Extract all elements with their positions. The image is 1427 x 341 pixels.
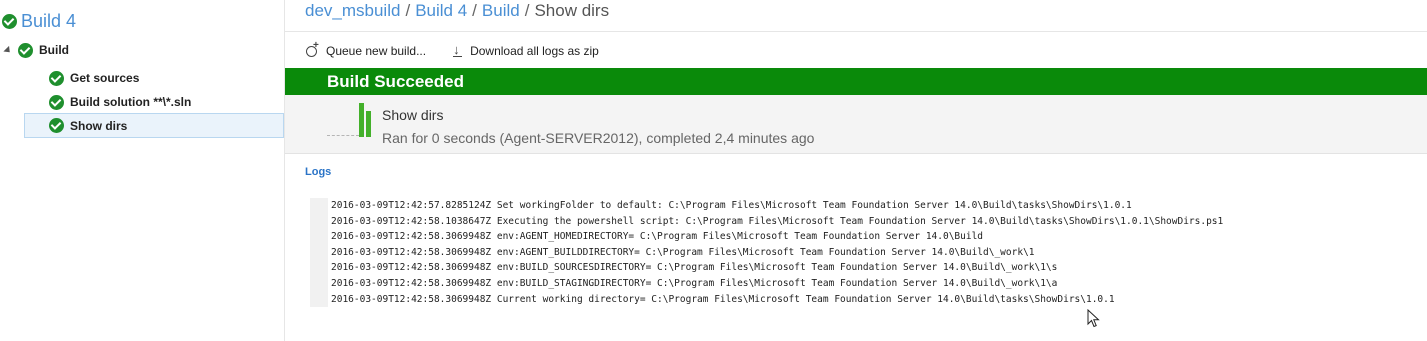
tree-item-label: Show dirs	[70, 118, 128, 133]
success-check-icon	[2, 13, 17, 29]
build-tree-sidebar: Build 4 Build Get sources Build solution…	[0, 0, 285, 341]
step-duration-bars-icon	[359, 103, 373, 137]
breadcrumb: dev_msbuild / Build 4/Build / Show dirs	[305, 1, 609, 21]
download-logs-button[interactable]: Download all logs as zip	[452, 42, 599, 58]
log-line: 12016-03-09T12:42:57.8285124Z Set workin…	[310, 198, 1425, 214]
breadcrumb-separator: /	[524, 1, 530, 20]
breadcrumb-link[interactable]: Build 4	[415, 1, 467, 20]
toolbar: Queue new build... Download all logs as …	[305, 40, 625, 60]
log-line: 52016-03-09T12:42:58.3069948Z env:BUILD_…	[310, 260, 1425, 276]
tree-item-label: Get sources	[70, 71, 140, 85]
tree-item-get-sources[interactable]: Get sources	[49, 67, 139, 89]
tree-item-label: Build solution **\*.sln	[70, 95, 192, 109]
tree-item-show-dirs[interactable]: Show dirs	[24, 113, 284, 138]
success-check-icon	[49, 70, 64, 86]
log-line: 62016-03-09T12:42:58.3069948Z env:BUILD_…	[310, 275, 1425, 292]
breadcrumb-separator: /	[405, 1, 411, 20]
duration-bar	[359, 103, 364, 137]
timeline-dash	[327, 135, 359, 136]
log-line: 42016-03-09T12:42:58.3069948Z env:AGENT_…	[310, 244, 1425, 261]
log-line: 32016-03-09T12:42:58.3069948Z env:AGENT_…	[310, 229, 1425, 245]
mouse-pointer-icon	[1087, 309, 1100, 328]
log-line: 72016-03-09T12:42:58.3069948Z Current wo…	[310, 291, 1425, 308]
log-line-text: 2016-03-09T12:42:58.3069948Z Current wor…	[331, 293, 1115, 305]
log-line-text: 2016-03-09T12:42:57.8285124Z Set working…	[331, 200, 1132, 211]
step-name: Show dirs	[382, 107, 444, 123]
log-line-text: 2016-03-09T12:42:58.3069948Z env:AGENT_H…	[331, 231, 984, 243]
line-number-gutter	[310, 198, 328, 307]
log-viewer[interactable]: 12016-03-09T12:42:57.8285124Z Set workin…	[310, 198, 1425, 308]
step-detail: Ran for 0 seconds (Agent-SERVER2012), co…	[382, 130, 815, 146]
queue-new-build-button[interactable]: Queue new build...	[305, 40, 427, 58]
success-check-icon	[18, 42, 33, 58]
log-line-text: 2016-03-09T12:42:58.3069948Z env:BUILD_S…	[331, 277, 1058, 289]
logs-heading: Logs	[305, 166, 332, 178]
log-line-text: 2016-03-09T12:42:58.1038647Z Executing t…	[331, 215, 1224, 227]
success-check-icon	[49, 118, 64, 133]
breadcrumb-link[interactable]: Build	[482, 1, 520, 20]
tree-item-build[interactable]: Build	[3, 39, 69, 61]
header-divider	[285, 31, 1427, 32]
breadcrumb-link[interactable]: dev_msbuild	[305, 1, 400, 20]
queue-new-build-label: Queue new build...	[326, 44, 427, 58]
tree-item-build-solution[interactable]: Build solution **\*.sln	[49, 91, 191, 113]
download-icon	[452, 42, 464, 58]
download-logs-label: Download all logs as zip	[470, 44, 599, 58]
collapse-caret-icon[interactable]	[3, 45, 13, 55]
queue-build-icon	[305, 40, 320, 58]
log-line-text: 2016-03-09T12:42:58.3069948Z env:BUILD_S…	[331, 262, 1058, 274]
breadcrumb-current: Show dirs	[534, 1, 610, 20]
breadcrumb-separator: /	[472, 1, 477, 20]
log-line: 22016-03-09T12:42:58.1038647Z Executing …	[310, 213, 1425, 230]
log-line-text: 2016-03-09T12:42:58.3069948Z env:AGENT_B…	[331, 246, 1035, 258]
tree-item-label: Build	[39, 43, 69, 57]
build-detail-panel: dev_msbuild/Build 4/Build/Show dirs Queu…	[285, 0, 1427, 341]
build-status-text: Build Succeeded	[327, 71, 464, 91]
duration-bar	[366, 111, 371, 137]
step-summary: Show dirs Ran for 0 seconds (Agent-SERVE…	[285, 95, 1427, 154]
success-check-icon	[49, 94, 64, 110]
build-title[interactable]: Build 4	[2, 10, 76, 32]
build-status-banner: Build Succeeded	[285, 68, 1427, 95]
build-title-label[interactable]: Build 4	[21, 11, 76, 32]
